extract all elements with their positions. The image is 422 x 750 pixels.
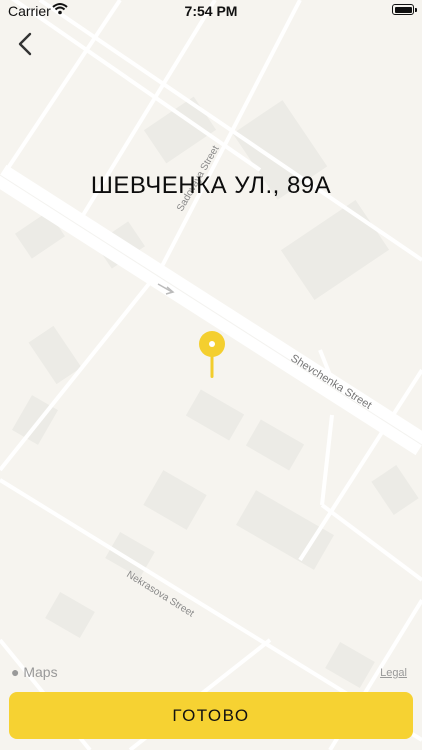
apple-logo-icon: ● xyxy=(11,664,20,680)
maps-attribution: ● Maps xyxy=(11,664,58,680)
location-pin-icon xyxy=(198,330,226,380)
maps-attribution-label: Maps xyxy=(23,664,58,680)
battery-icon xyxy=(392,4,417,15)
chevron-left-icon xyxy=(18,32,32,56)
back-button[interactable] xyxy=(12,30,40,58)
address-title: ШЕВЧЕНКА УЛ., 89А xyxy=(90,172,332,199)
clock: 7:54 PM xyxy=(184,3,238,19)
legal-link[interactable]: Legal xyxy=(380,667,407,679)
done-button[interactable]: ГОТОВО xyxy=(9,692,413,739)
status-bar: Carrier 7:54 PM xyxy=(0,0,422,24)
